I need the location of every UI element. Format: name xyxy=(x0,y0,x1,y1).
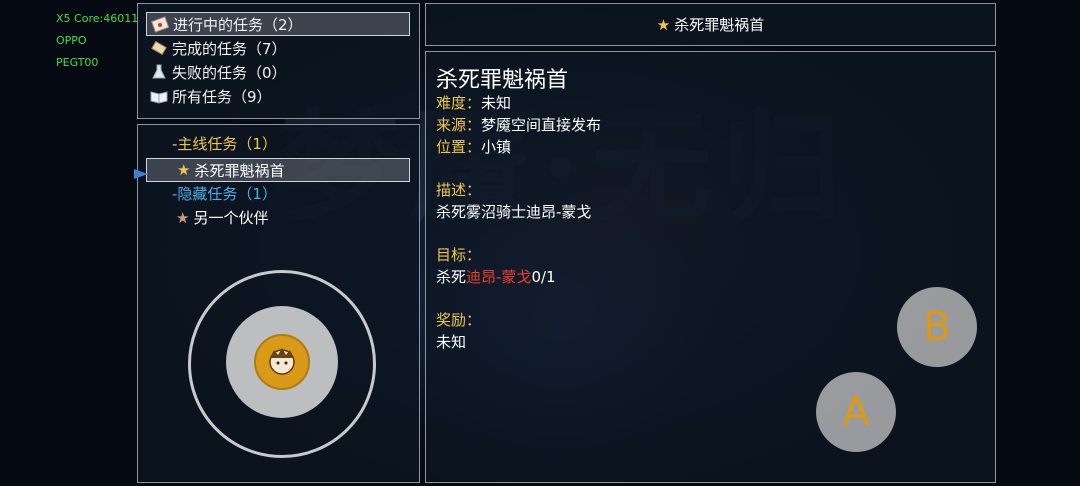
quest-filter-panel: 进行中的任务（2） 完成的任务（7） 失败的任务（0） 所有任务（9） xyxy=(137,3,420,119)
category-hidden-quests[interactable]: -隐藏任务（1） xyxy=(172,183,277,204)
quest-detail-panel: 杀死罪魁祸首 难度：未知 来源：梦魇空间直接发布 位置：小镇 描述： 杀死雾沼骑… xyxy=(425,51,996,483)
debug-core-text: X5 Core:46011 xyxy=(56,12,139,25)
detail-difficulty: 难度：未知 xyxy=(436,94,512,112)
objective-text: 杀死迪昂-蒙戈0/1 xyxy=(436,268,556,286)
debug-model-text: PEGT00 xyxy=(56,56,99,69)
reward-text: 未知 xyxy=(436,333,467,351)
a-button[interactable]: A xyxy=(816,372,896,452)
letter-icon xyxy=(151,15,170,33)
detail-title: 杀死罪魁祸首 xyxy=(436,68,569,93)
quest-item-kill-culprit[interactable]: ★ 杀死罪魁祸首 xyxy=(146,158,410,182)
quest-header-panel: ★ 杀死罪魁祸首 xyxy=(425,3,996,46)
menu-item-in-progress[interactable]: 进行中的任务（2） xyxy=(146,12,410,36)
star-icon: ★ xyxy=(177,161,191,179)
quest-item-another-partner[interactable]: ★ 另一个伙伴 xyxy=(176,207,268,228)
header-title: 杀死罪魁祸首 xyxy=(674,16,765,34)
star-icon: ★ xyxy=(176,208,190,227)
b-button[interactable]: B xyxy=(897,287,977,367)
selection-arrow-icon xyxy=(134,164,148,183)
menu-item-label: 失败的任务（0） xyxy=(172,63,287,82)
objective-target: 迪昂-蒙戈 xyxy=(466,268,532,286)
character-portrait-icon xyxy=(269,348,295,375)
category-main-quests[interactable]: -主线任务（1） xyxy=(172,133,277,154)
objective-label: 目标： xyxy=(436,246,482,264)
star-icon: ★ xyxy=(656,15,671,34)
quest-item-label: 杀死罪魁祸首 xyxy=(194,161,285,180)
menu-item-label: 所有任务（9） xyxy=(172,87,272,106)
debug-brand-text: OPPO xyxy=(56,34,87,47)
menu-item-failed[interactable]: 失败的任务（0） xyxy=(146,60,410,84)
menu-item-all[interactable]: 所有任务（9） xyxy=(146,84,410,108)
menu-item-label: 完成的任务（7） xyxy=(172,39,287,58)
scroll-icon xyxy=(150,39,168,57)
joystick-knob[interactable] xyxy=(254,334,310,390)
quest-item-label: 另一个伙伴 xyxy=(193,209,269,227)
reward-label: 奖励： xyxy=(436,311,482,329)
description-text: 杀死雾沼骑士迪昂-蒙戈 xyxy=(436,203,592,221)
flask-icon xyxy=(150,63,168,81)
menu-item-label: 进行中的任务（2） xyxy=(173,15,303,34)
menu-item-completed[interactable]: 完成的任务（7） xyxy=(146,36,410,60)
description-label: 描述： xyxy=(436,181,482,199)
detail-location: 位置：小镇 xyxy=(436,138,512,156)
detail-source: 来源：梦魇空间直接发布 xyxy=(436,116,602,134)
book-icon xyxy=(150,87,168,105)
